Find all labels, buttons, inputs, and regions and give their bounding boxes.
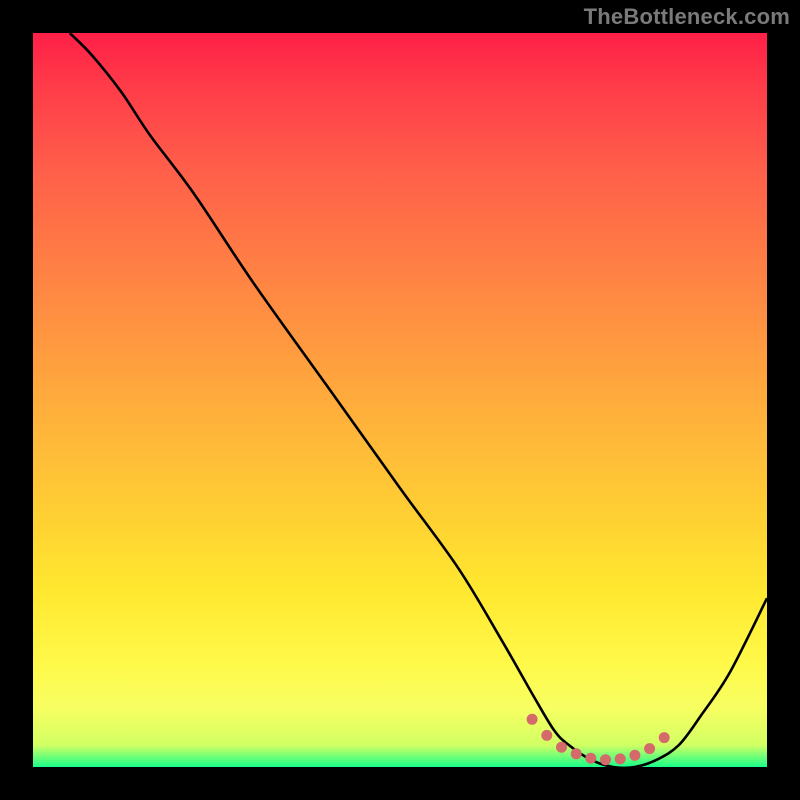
marker-dot xyxy=(644,743,655,754)
chart-root: TheBottleneck.com xyxy=(0,0,800,800)
marker-dot xyxy=(629,750,640,761)
marker-layer xyxy=(33,33,767,767)
marker-dot xyxy=(615,753,626,764)
bottom-markers xyxy=(527,714,670,765)
plot-area xyxy=(33,33,767,767)
marker-dot xyxy=(527,714,538,725)
marker-dot xyxy=(541,730,552,741)
marker-dot xyxy=(571,748,582,759)
marker-dot xyxy=(556,742,567,753)
marker-dot xyxy=(659,732,670,743)
marker-dot xyxy=(585,753,596,764)
marker-dot xyxy=(600,754,611,765)
watermark-label: TheBottleneck.com xyxy=(584,4,790,30)
